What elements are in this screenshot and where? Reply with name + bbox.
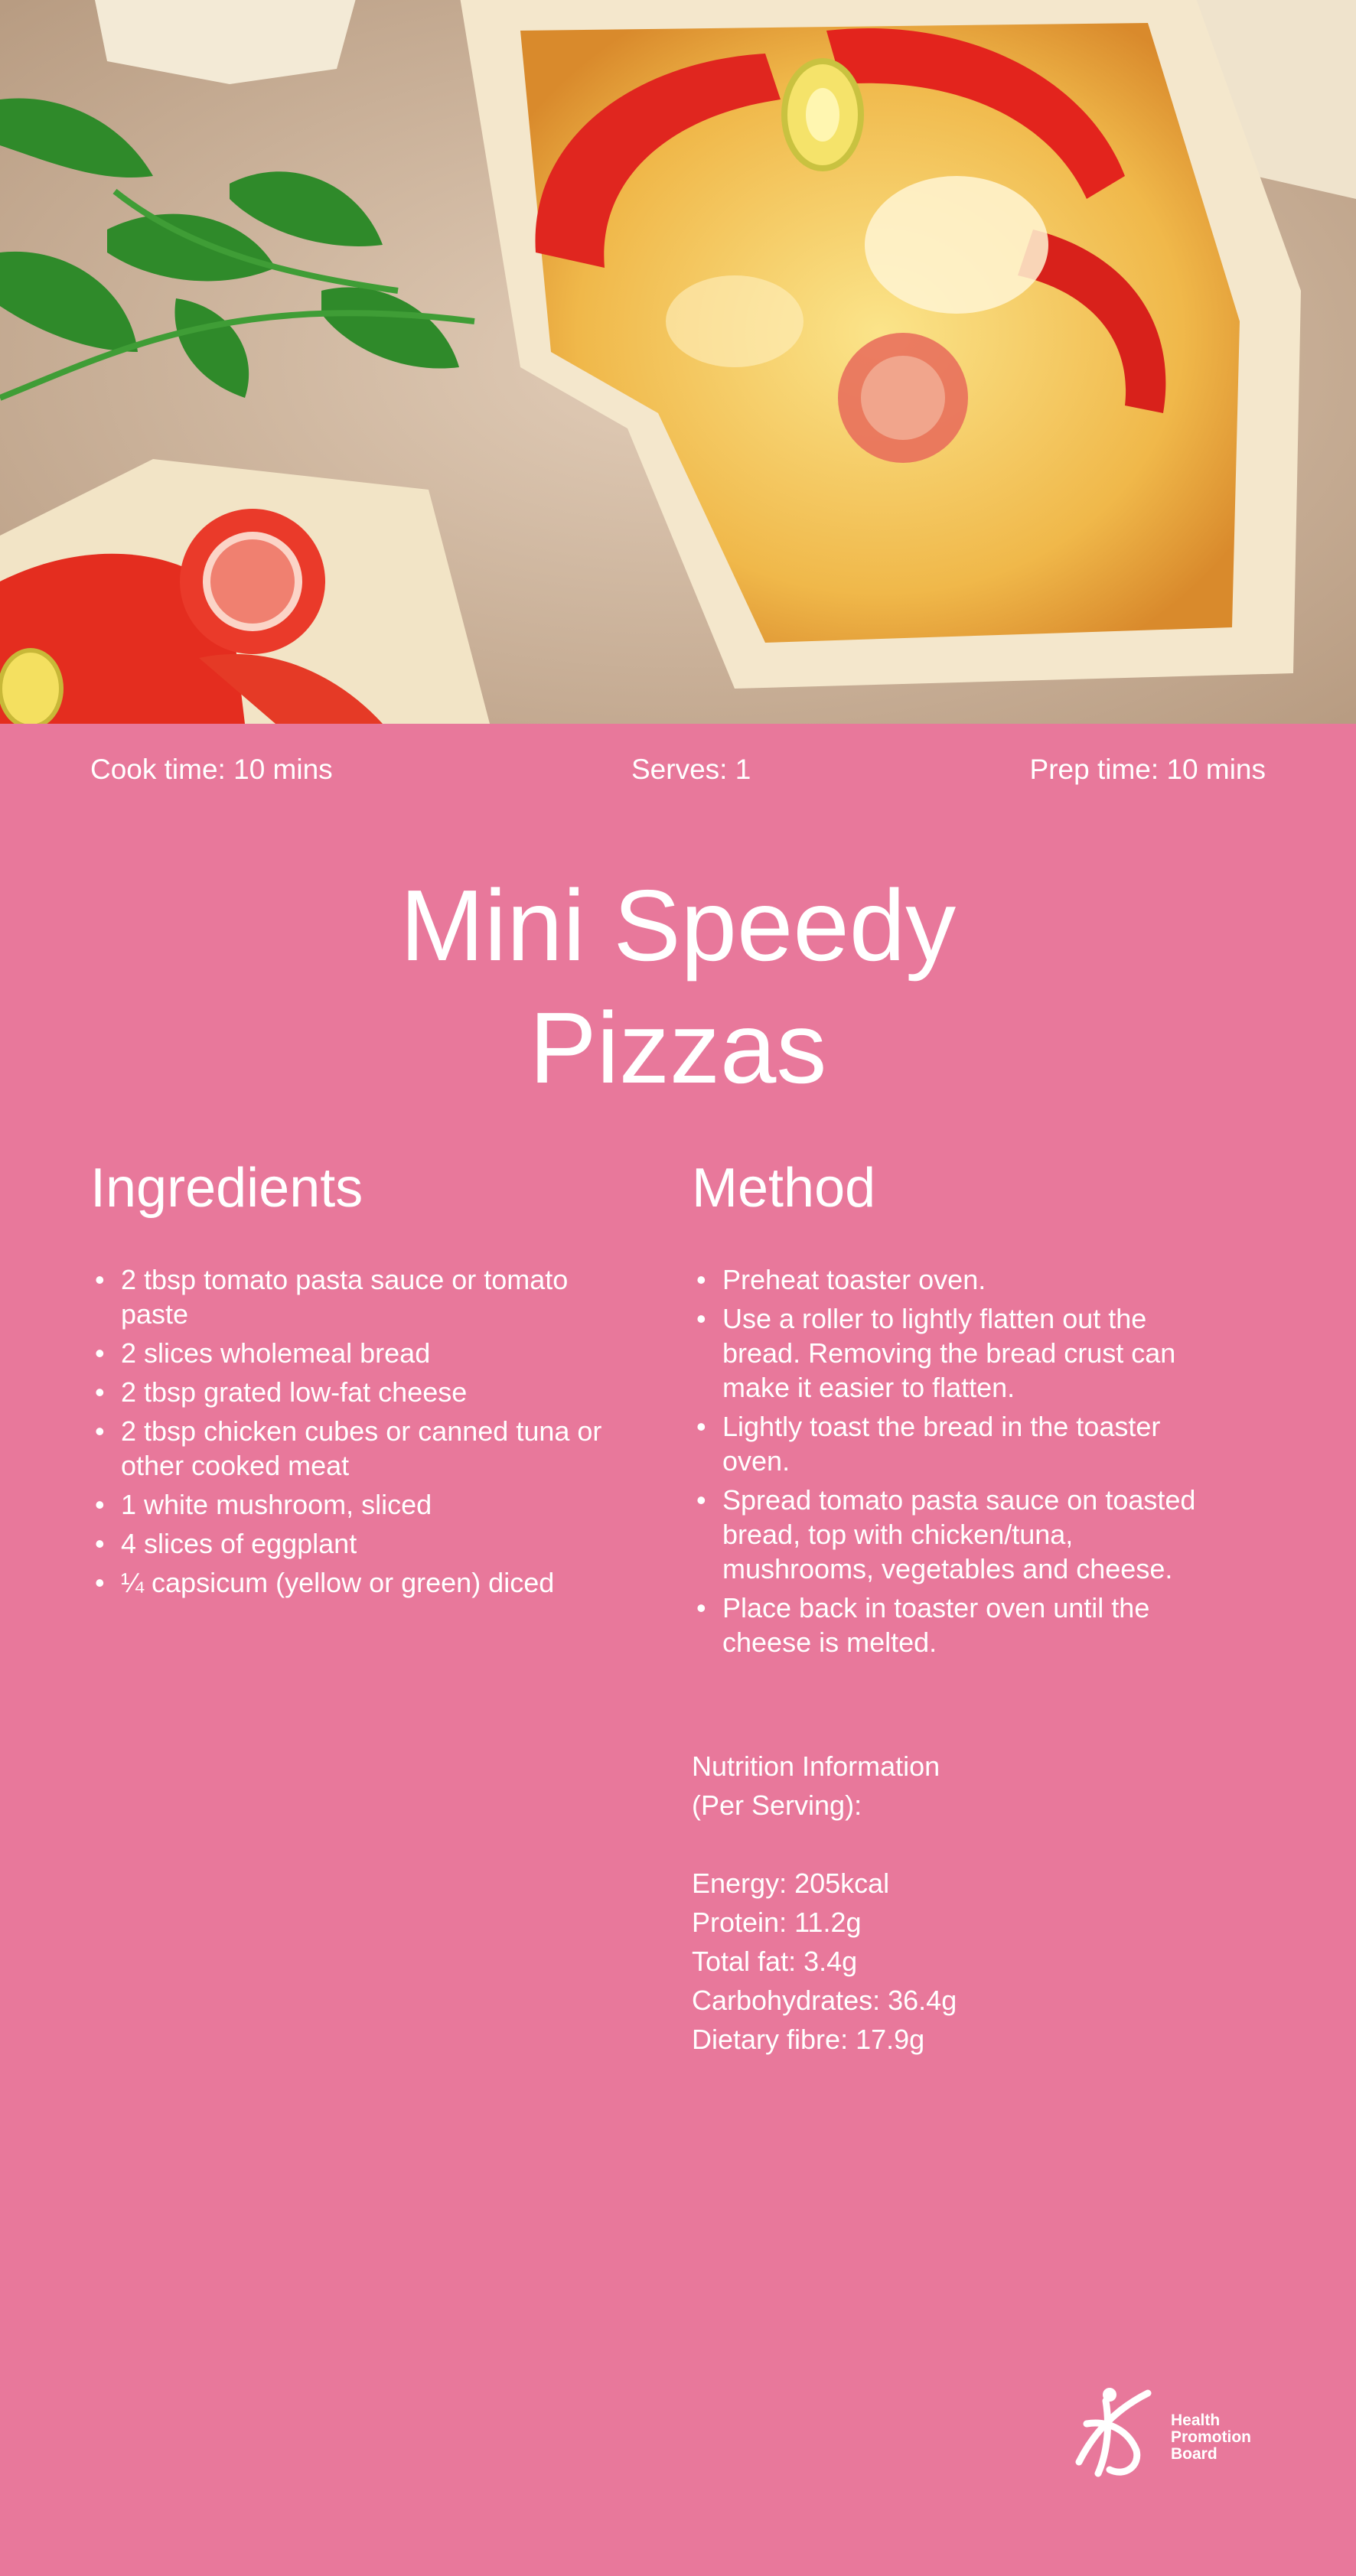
nutrition-item: Dietary fibre: 17.9g xyxy=(692,2024,925,2055)
hero-pizza-photo xyxy=(0,0,1356,724)
nutrition-item: Protein: 11.2g xyxy=(692,1907,862,1938)
prep-time: Prep time: 10 mins xyxy=(1029,754,1266,785)
ingredients-list: 2 tbsp tomato pasta sauce or tomato past… xyxy=(93,1262,614,1604)
method-step: Place back in toaster oven until the che… xyxy=(695,1591,1231,1659)
title-line-2: Pizzas xyxy=(529,992,827,1104)
nutrition-item: Energy: 205kcal xyxy=(692,1868,890,1899)
cook-time: Cook time: 10 mins xyxy=(90,754,333,785)
title-line-1: Mini Speedy xyxy=(399,869,957,982)
serves: Serves: 1 xyxy=(631,754,751,785)
hpb-logo: Health Promotion Board xyxy=(1064,2378,1278,2485)
ingredient-item: 2 tbsp grated low-fat cheese xyxy=(93,1375,614,1409)
recipe-title: Mini Speedy Pizzas xyxy=(0,865,1356,1109)
ingredient-item: ¼ capsicum (yellow or green) diced xyxy=(93,1565,614,1600)
nutrition-item: Carbohydrates: 36.4g xyxy=(692,1985,957,2016)
hpb-logo-text: Health Promotion Board xyxy=(1171,2412,1251,2463)
method-step: Lightly toast the bread in the toaster o… xyxy=(695,1409,1231,1478)
method-heading: Method xyxy=(692,1158,876,1219)
nutrition-subheading: (Per Serving): xyxy=(692,1790,862,1821)
method-step: Preheat toaster oven. xyxy=(695,1262,1231,1297)
ingredient-item: 2 tbsp tomato pasta sauce or tomato past… xyxy=(93,1262,614,1331)
nutrition-info: Nutrition Information (Per Serving): Ene… xyxy=(692,1747,1227,2059)
method-step: Use a roller to lightly flatten out the … xyxy=(695,1301,1231,1405)
method-list: Preheat toaster oven. Use a roller to li… xyxy=(695,1262,1231,1664)
nutrition-heading: Nutrition Information xyxy=(692,1750,940,1782)
ingredient-item: 4 slices of eggplant xyxy=(93,1526,614,1561)
ingredient-item: 2 tbsp chicken cubes or canned tuna or o… xyxy=(93,1414,614,1483)
recipe-meta-row: Cook time: 10 mins Serves: 1 Prep time: … xyxy=(90,754,1266,800)
nutrition-item: Total fat: 3.4g xyxy=(692,1946,858,1977)
ingredient-item: 2 slices wholemeal bread xyxy=(93,1336,614,1370)
hpb-logo-mark-icon xyxy=(1075,2388,1152,2477)
method-step: Spread tomato pasta sauce on toasted bre… xyxy=(695,1483,1231,1586)
ingredients-heading: Ingredients xyxy=(90,1158,363,1219)
ingredient-item: 1 white mushroom, sliced xyxy=(93,1487,614,1522)
